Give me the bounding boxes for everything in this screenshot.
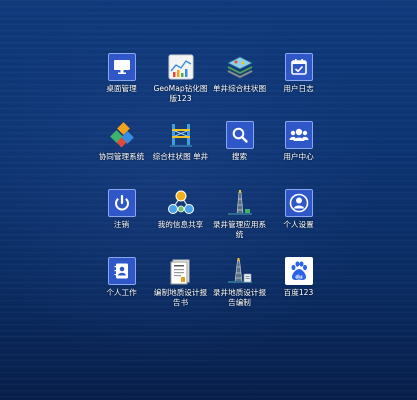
- calendar-check-icon: [284, 53, 313, 81]
- app-label: 用户日志: [283, 84, 314, 93]
- app-personal-work[interactable]: 个人工作: [92, 257, 151, 325]
- app-label: 录井地质设计报告编制: [212, 288, 267, 307]
- app-info-share[interactable]: 我的信息共享: [151, 189, 210, 257]
- column-tower-icon: [167, 121, 195, 149]
- app-label: 用户中心: [283, 152, 314, 161]
- contact-card-icon: [107, 257, 136, 285]
- app-personal-settings[interactable]: 个人设置: [269, 189, 328, 257]
- drilling-rig-icon: [226, 189, 254, 217]
- search-icon: [225, 121, 254, 149]
- svg-text:du: du: [295, 274, 303, 280]
- monitor-icon: [107, 53, 136, 81]
- app-label: 综合柱状图 单井: [152, 152, 209, 161]
- app-label: 搜索: [231, 152, 248, 161]
- layers-map-icon: [226, 53, 254, 81]
- app-label: 单井综合柱状图: [212, 84, 267, 93]
- app-label: 百度123: [283, 288, 314, 297]
- app-geology-design-report[interactable]: 编制地质设计报告书: [151, 257, 210, 325]
- app-label: 协同管理系统: [98, 152, 145, 161]
- drilling-rig-report-icon: [226, 257, 254, 285]
- app-label: 注销: [113, 220, 130, 229]
- app-label: 个人工作: [106, 288, 137, 297]
- app-label: 录井管理应用系统: [212, 220, 267, 239]
- app-geomap[interactable]: GeoMap钻化图版123: [151, 53, 210, 121]
- baidu-icon: du: [284, 257, 313, 285]
- app-label: 个人设置: [283, 220, 314, 229]
- app-logout[interactable]: 注销: [92, 189, 151, 257]
- app-label: 桌面管理: [106, 84, 137, 93]
- app-baidu[interactable]: du 百度123: [269, 257, 328, 325]
- app-search[interactable]: 搜索: [210, 121, 269, 189]
- app-column-single-well[interactable]: 综合柱状图 单井: [151, 121, 210, 189]
- share-network-icon: [167, 189, 195, 217]
- app-logging-design-report[interactable]: 录井地质设计报告编制: [210, 257, 269, 325]
- geomap-chart-icon: [167, 53, 195, 81]
- users-icon: [284, 121, 313, 149]
- desktop: 桌面管理 GeoMap钻化图版123 单井综合柱状图 用户日志 协同管理系统 综…: [0, 0, 417, 400]
- app-label: 我的信息共享: [157, 220, 204, 229]
- document-report-icon: [167, 257, 195, 285]
- app-logging-management[interactable]: 录井管理应用系统: [210, 189, 269, 257]
- power-icon: [107, 189, 136, 217]
- app-collaboration-system[interactable]: 协同管理系统: [92, 121, 151, 189]
- app-label: GeoMap钻化图版123: [153, 84, 208, 103]
- collaboration-blocks-icon: [108, 121, 136, 149]
- app-grid: 桌面管理 GeoMap钻化图版123 单井综合柱状图 用户日志 协同管理系统 综…: [92, 53, 328, 325]
- app-user-center[interactable]: 用户中心: [269, 121, 328, 189]
- app-user-log[interactable]: 用户日志: [269, 53, 328, 121]
- user-circle-icon: [284, 189, 313, 217]
- app-single-well-column[interactable]: 单井综合柱状图: [210, 53, 269, 121]
- app-label: 编制地质设计报告书: [153, 288, 208, 307]
- app-desktop-management[interactable]: 桌面管理: [92, 53, 151, 121]
